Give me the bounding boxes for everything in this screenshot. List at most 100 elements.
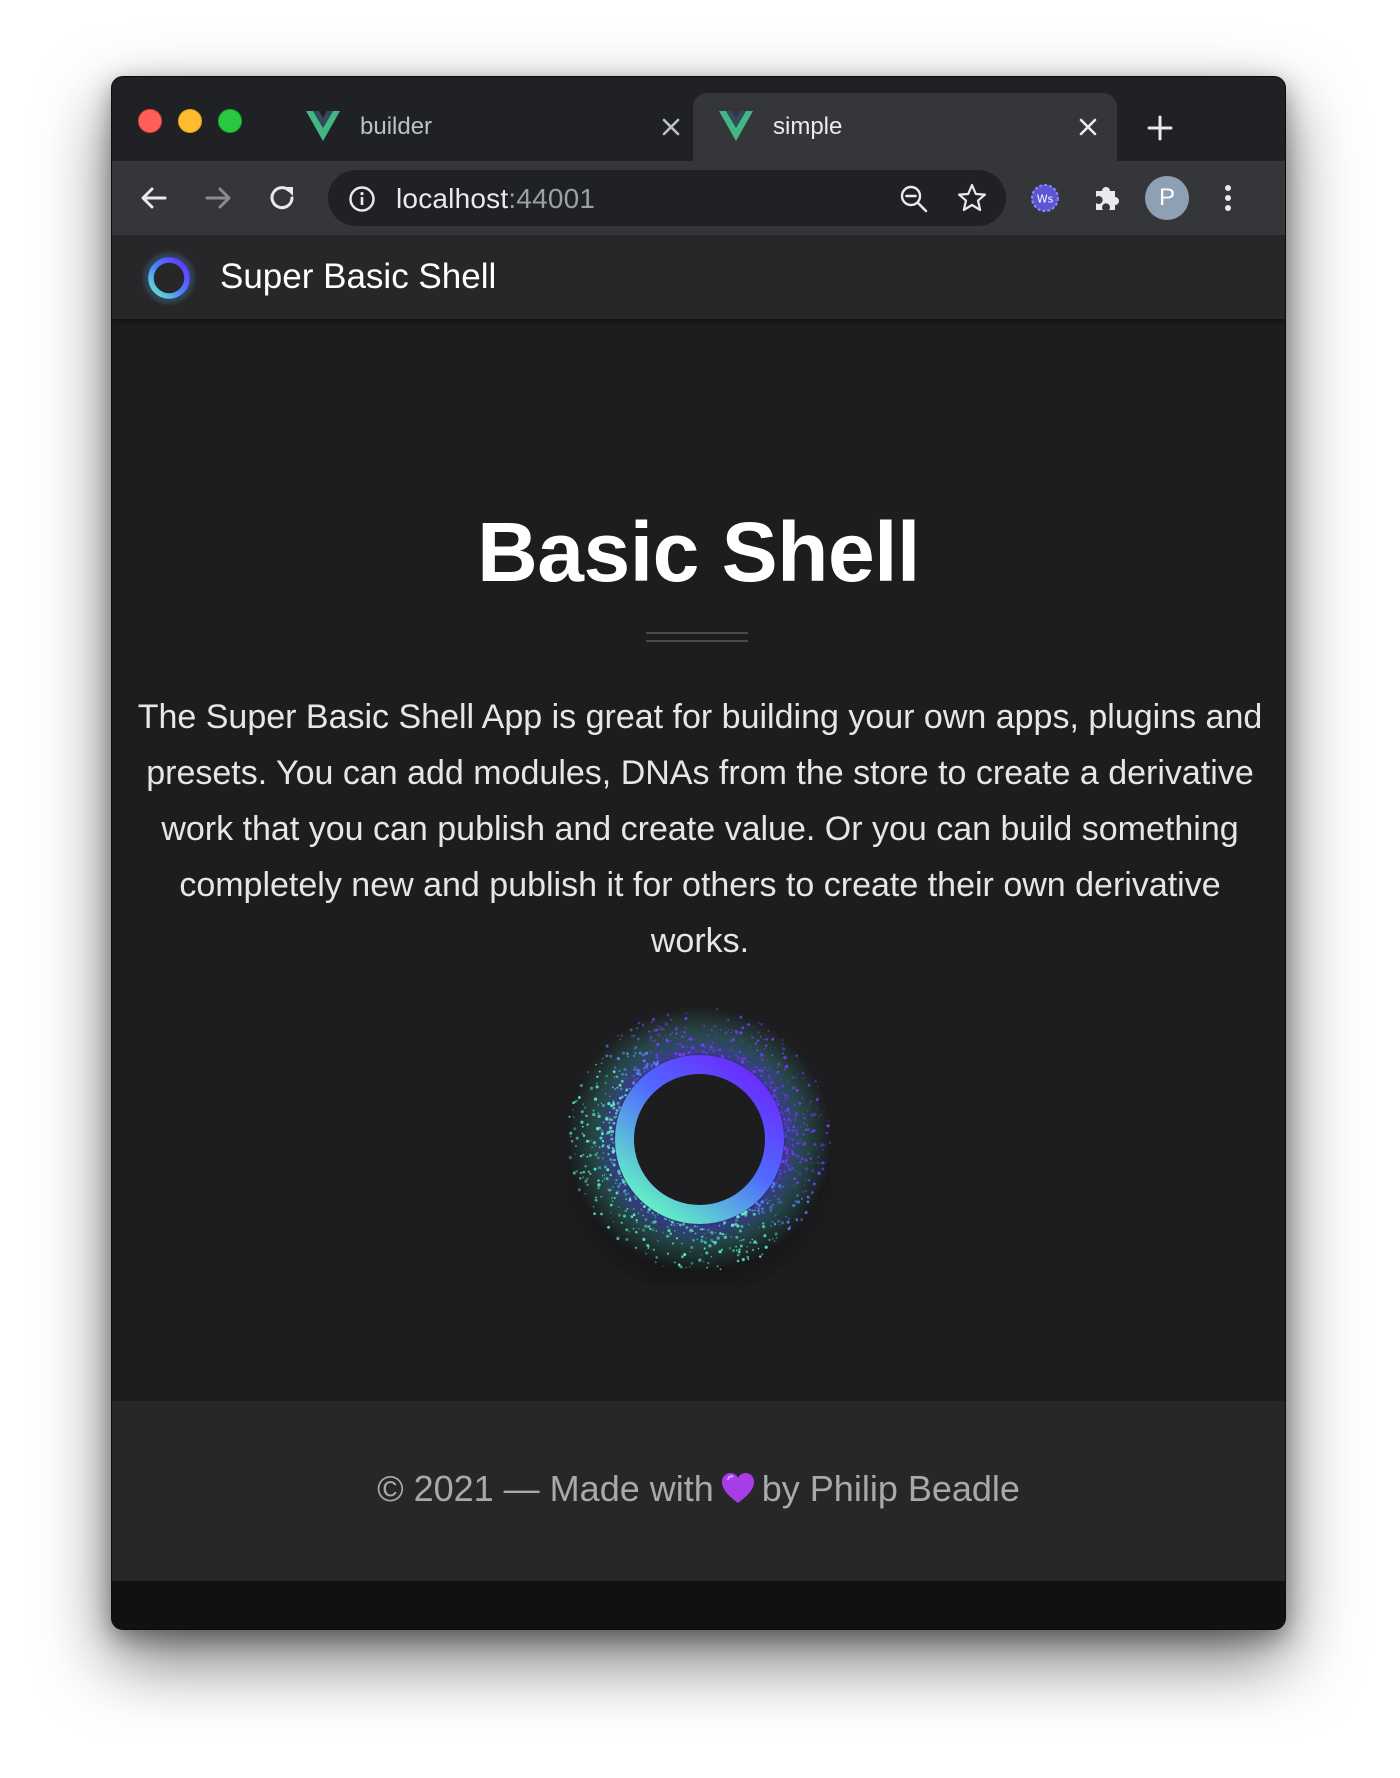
close-icon[interactable] bbox=[1073, 112, 1103, 142]
ring-speckle bbox=[808, 1197, 811, 1200]
ring-speckle bbox=[582, 1170, 586, 1174]
ring-speckle bbox=[628, 1230, 630, 1233]
ring-speckle bbox=[787, 1118, 791, 1122]
reload-icon[interactable] bbox=[262, 178, 302, 218]
ring-speckle bbox=[699, 1228, 702, 1231]
ring-speckle bbox=[712, 1050, 715, 1053]
extensions-puzzle-icon[interactable] bbox=[1090, 180, 1124, 214]
ring-speckle bbox=[674, 1052, 678, 1056]
ring-speckle bbox=[664, 1034, 667, 1036]
ring-speckle bbox=[620, 1175, 622, 1178]
ring-speckle bbox=[806, 1109, 809, 1112]
ring-speckle bbox=[718, 1250, 722, 1254]
browser-window: builder simple localhost:44001 Ws P Supe… bbox=[111, 76, 1286, 1630]
ring-speckle bbox=[769, 1209, 773, 1212]
close-icon[interactable] bbox=[656, 112, 686, 142]
ring-speckle bbox=[705, 1237, 707, 1239]
ring-speckle bbox=[683, 1030, 686, 1034]
ring-speckle bbox=[763, 1047, 766, 1050]
ring-speckle bbox=[636, 1077, 639, 1080]
tab-builder[interactable]: builder bbox=[280, 93, 700, 161]
ring-speckle bbox=[799, 1126, 802, 1129]
maximize-window-button[interactable] bbox=[218, 109, 242, 133]
ring-speckle bbox=[825, 1131, 828, 1135]
ring-speckle bbox=[747, 1023, 750, 1026]
ring-speckle bbox=[707, 1261, 710, 1265]
ring-speckle bbox=[613, 1107, 616, 1110]
minimize-window-button[interactable] bbox=[178, 109, 202, 133]
ring-speckle bbox=[802, 1133, 805, 1136]
ring-speckle bbox=[592, 1112, 596, 1117]
ring-speckle bbox=[780, 1077, 783, 1081]
ring-speckle bbox=[611, 1196, 614, 1199]
ring-speckle bbox=[788, 1168, 791, 1171]
ring-speckle bbox=[719, 1268, 722, 1271]
websocket-extension-icon[interactable]: Ws bbox=[1029, 182, 1061, 214]
ring-speckle bbox=[807, 1152, 810, 1155]
ring-speckle bbox=[739, 1058, 743, 1061]
ring-speckle bbox=[696, 1225, 698, 1228]
star-icon[interactable] bbox=[956, 182, 988, 214]
back-arrow-icon[interactable] bbox=[134, 178, 174, 218]
ring-speckle bbox=[617, 1213, 621, 1217]
ring-speckle bbox=[807, 1179, 811, 1182]
ring-speckle bbox=[742, 1238, 745, 1241]
ring-speckle bbox=[803, 1077, 805, 1079]
ring-speckle bbox=[801, 1190, 805, 1194]
ring-speckle bbox=[710, 1230, 714, 1234]
ring-speckle bbox=[714, 1231, 717, 1234]
ring-speckle bbox=[810, 1169, 815, 1173]
ring-speckle bbox=[718, 1224, 721, 1227]
ring-logo-icon[interactable] bbox=[140, 249, 198, 307]
ring-speckle bbox=[635, 1230, 638, 1234]
profile-avatar[interactable]: P bbox=[1145, 176, 1189, 220]
ring-speckle bbox=[677, 1222, 679, 1225]
ring-speckle bbox=[787, 1217, 791, 1220]
ring-speckle bbox=[740, 1239, 743, 1242]
ring-speckle bbox=[779, 1110, 783, 1113]
ring-speckle bbox=[794, 1169, 797, 1173]
forward-arrow-icon[interactable] bbox=[198, 178, 238, 218]
footer-prefix: © 2021 — Made with bbox=[377, 1468, 714, 1509]
address-bar[interactable]: localhost:44001 bbox=[328, 170, 1006, 226]
ring-speckle bbox=[612, 1141, 615, 1144]
ring-speckle bbox=[586, 1155, 589, 1158]
ring-speckle bbox=[675, 1032, 678, 1036]
ring-speckle bbox=[707, 1043, 709, 1045]
ring-speckle bbox=[673, 1230, 676, 1232]
ring-speckle bbox=[735, 1245, 737, 1248]
ring-speckle bbox=[597, 1112, 600, 1115]
close-window-button[interactable] bbox=[138, 109, 162, 133]
menu-dots-icon[interactable] bbox=[1208, 178, 1248, 218]
ring-speckle bbox=[673, 1224, 675, 1227]
tab-simple[interactable]: simple bbox=[693, 93, 1117, 161]
ring-speckle bbox=[713, 1240, 718, 1245]
ring-speckle bbox=[638, 1051, 642, 1055]
ring-speckle bbox=[625, 1228, 629, 1232]
ring-speckle bbox=[785, 1159, 788, 1162]
ring-speckle bbox=[568, 1115, 571, 1118]
ring-speckle bbox=[717, 1049, 719, 1052]
ring-speckle bbox=[604, 1081, 607, 1084]
ring-speckle bbox=[725, 1041, 727, 1043]
ring-speckle bbox=[700, 1043, 704, 1047]
ring-speckle bbox=[573, 1127, 577, 1131]
zoom-icon[interactable] bbox=[898, 183, 930, 215]
ring-speckle bbox=[640, 1208, 643, 1211]
ring-speckle bbox=[799, 1141, 802, 1144]
ring-speckle bbox=[757, 1247, 760, 1250]
ring-speckle bbox=[707, 1228, 710, 1232]
ring-speckle bbox=[657, 1033, 661, 1037]
ring-speckle bbox=[596, 1082, 598, 1085]
ring-speckle bbox=[579, 1177, 582, 1180]
ring-speckle bbox=[666, 1252, 669, 1255]
ring-speckle bbox=[644, 1224, 648, 1228]
plus-icon[interactable] bbox=[1140, 108, 1180, 148]
ring-speckle bbox=[647, 1225, 651, 1228]
ring-speckle bbox=[751, 1238, 754, 1241]
ring-speckle bbox=[601, 1104, 605, 1107]
info-icon[interactable] bbox=[348, 185, 376, 213]
ring-speckle bbox=[649, 1038, 652, 1040]
ring-speckle bbox=[788, 1226, 791, 1228]
ring-speckle bbox=[736, 1055, 740, 1060]
